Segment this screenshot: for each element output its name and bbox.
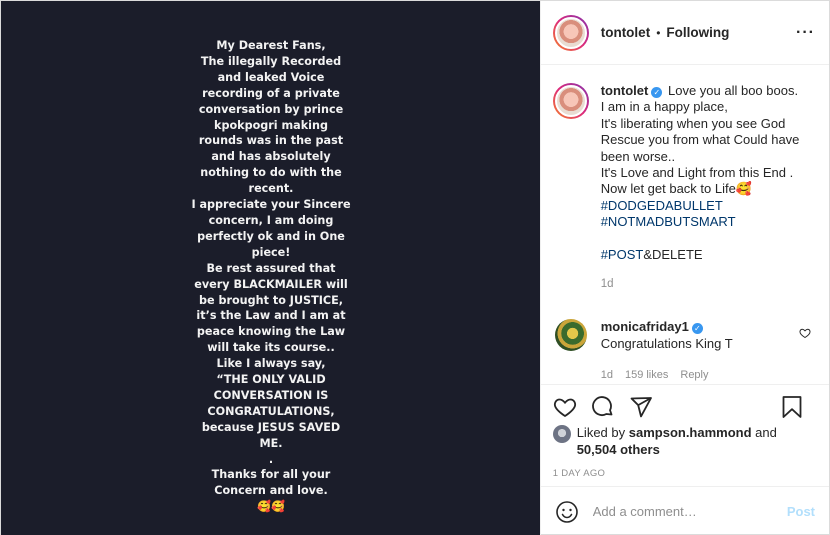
more-options-icon[interactable]: ··· xyxy=(796,24,815,42)
liked-by-user[interactable]: sampson.hammond xyxy=(629,425,752,440)
heart-icon[interactable] xyxy=(553,395,577,419)
emoji-icon[interactable] xyxy=(555,500,579,524)
commenter-username[interactable]: monicafriday1 xyxy=(601,319,689,334)
media-text-line: recording of a private xyxy=(202,86,340,100)
following-button[interactable]: Following xyxy=(666,25,729,40)
commenter-avatar[interactable] xyxy=(554,319,587,352)
comment-item: monicafriday1 ✓ Congratulations King T 1d… xyxy=(553,319,815,384)
liker-avatar[interactable] xyxy=(552,425,571,443)
media-text-line: My Dearest Fans, xyxy=(216,39,326,52)
media-text-line: every BLACKMAILER will xyxy=(194,277,348,291)
likes-summary: Liked by sampson.hammond and 50,504 othe… xyxy=(552,425,817,458)
comment-body: monicafriday1 ✓ Congratulations King T 1d… xyxy=(601,319,733,384)
author-username[interactable]: tontolet xyxy=(601,25,651,40)
liked-by-others[interactable]: 50,504 others xyxy=(577,442,660,457)
author-avatar[interactable] xyxy=(552,14,589,51)
media-text-line: CONGRATULATIONS, xyxy=(207,404,335,418)
add-comment-bar: Post xyxy=(540,486,829,535)
post-media[interactable]: My Dearest Fans, The illegally Recorded an… xyxy=(1,1,540,535)
comment-icon[interactable] xyxy=(591,395,615,419)
media-text-line: because JESUS SAVED xyxy=(201,420,341,434)
media-text-line: it’s the Law and I am at xyxy=(196,309,346,323)
hashtag-link[interactable]: #DODGEDABULLET xyxy=(601,198,800,214)
separator-dot: • xyxy=(656,25,661,40)
caption-age[interactable]: 1d xyxy=(601,276,800,292)
hashtag-suffix: &DELETE xyxy=(643,246,703,262)
media-text-line: rounds was in the past xyxy=(198,134,344,148)
reply-button[interactable]: Reply xyxy=(680,367,708,384)
media-text-line: Thanks for all your xyxy=(211,468,331,482)
media-text-line: Concern and love. xyxy=(214,484,328,498)
caption-line: Rescue you from what Could have xyxy=(600,132,800,148)
caption-line: It's Love and Light from this End . xyxy=(600,165,794,181)
media-text-line: recent. xyxy=(248,182,294,196)
media-text-line: and leaked Voice xyxy=(217,70,325,84)
share-icon[interactable] xyxy=(629,395,653,419)
media-text-line: ME. xyxy=(259,436,283,450)
post-sidebar: tontolet • Following ··· tontolet ✓ Love … xyxy=(539,1,829,535)
instagram-post: My Dearest Fans, The illegally Recorded an… xyxy=(0,0,830,535)
action-icons xyxy=(553,395,817,419)
liked-by-prefix: Liked by xyxy=(576,425,626,440)
caption-line: Love you all boo boos. xyxy=(667,83,799,98)
media-text-line: CONVERSATION IS xyxy=(213,388,329,402)
media-text: My Dearest Fans, The illegally Recorded an… xyxy=(1,38,541,515)
media-text-line: . xyxy=(268,452,274,466)
comment-age[interactable]: 1d xyxy=(601,367,613,384)
media-text-line: Like I always say, xyxy=(216,357,326,371)
media-text-line: Be rest assured that xyxy=(206,261,336,275)
post-comment-button[interactable]: Post xyxy=(787,504,815,519)
media-text-line: concern, I am doing xyxy=(208,213,334,227)
likes-text: Liked by sampson.hammond and 50,504 othe… xyxy=(577,425,777,458)
media-text-line: piece! xyxy=(251,245,291,259)
media-text-line: “THE ONLY VALID xyxy=(216,373,326,387)
media-text-line: nothing to do with the xyxy=(200,166,342,180)
comment-text: Congratulations King T xyxy=(600,335,733,351)
media-text-line: will take its course.. xyxy=(207,341,335,355)
media-text-line: perfectly ok and in One xyxy=(197,229,345,243)
media-text-line: peace knowing the Law xyxy=(196,325,346,339)
verified-badge-icon: ✓ xyxy=(691,323,703,335)
comment-likes[interactable]: 159 likes xyxy=(625,367,668,384)
media-text-line: conversation by prince xyxy=(198,102,344,116)
caption-avatar[interactable] xyxy=(552,83,589,119)
comment-meta: 1d 159 likes Reply xyxy=(601,367,733,384)
bookmark-icon[interactable] xyxy=(781,395,803,419)
caption-body: tontolet ✓ Love you all boo boos. I am in… xyxy=(601,83,800,292)
liked-by-and: and xyxy=(755,425,777,440)
verified-badge-icon: ✓ xyxy=(651,87,663,98)
media-text-line: I appreciate your Sincere xyxy=(191,198,351,212)
hashtag-link[interactable]: #POST xyxy=(601,247,644,262)
comment-like-heart-icon[interactable] xyxy=(799,327,811,339)
caption-line: It's liberating when you see God xyxy=(600,115,786,131)
media-text-line: 🥰🥰 xyxy=(257,500,285,514)
hashtag-link[interactable]: #NOTMADBUTSMART xyxy=(601,214,800,230)
post-timestamp[interactable]: 1 DAY AGO xyxy=(553,468,817,479)
caption-line: I am in a happy place, xyxy=(600,99,728,115)
caption-line: Now let get back to Life🥰 xyxy=(600,181,753,197)
post-header: tontolet • Following ··· xyxy=(540,1,829,65)
comments-section: tontolet ✓ Love you all boo boos. I am in… xyxy=(541,65,829,384)
media-text-line: The illegally Recorded xyxy=(200,54,342,68)
media-text-line: and has absolutely xyxy=(211,150,331,164)
media-text-line: be brought to JUSTICE, xyxy=(198,293,343,307)
media-text-line: kpokpogri making xyxy=(214,118,328,132)
post-actions: Liked by sampson.hammond and 50,504 othe… xyxy=(540,384,829,535)
comment-input[interactable] xyxy=(592,504,787,519)
caption-line: been worse.. xyxy=(600,148,676,164)
caption-username[interactable]: tontolet xyxy=(601,83,649,98)
caption: tontolet ✓ Love you all boo boos. I am in… xyxy=(552,83,815,292)
